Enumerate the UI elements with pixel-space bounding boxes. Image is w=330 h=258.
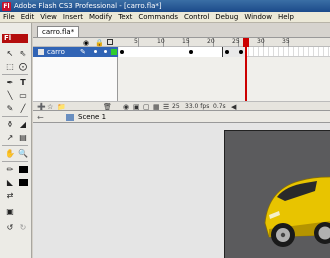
edit-bar: ← Scene 1: [33, 110, 330, 123]
layer-panel: carro ✎: [33, 47, 118, 101]
window-title: Adobe Flash CS3 Professional - [carro.fl…: [14, 2, 162, 10]
fill-color-swatch[interactable]: [17, 176, 29, 188]
layer-name[interactable]: carro: [47, 47, 65, 57]
keyframe[interactable]: [120, 50, 124, 54]
lasso-tool-icon[interactable]: ⨀: [17, 60, 29, 72]
menu-commands[interactable]: Commands: [135, 12, 181, 23]
tools-panel: Fl ↖ ⇖ ⬚ ⨀ ✒ T ╲ ▭ ✎ ╱ ⚱ ◢ ↗ ▤ ✋ 🔍 ✏ ◣ ⇄…: [0, 23, 32, 258]
menu-control[interactable]: Control: [181, 12, 212, 23]
ruler-tick: [138, 38, 139, 47]
hand-tool-icon[interactable]: ✋: [4, 147, 16, 159]
title-bar: Fl Adobe Flash CS3 Professional - [carro…: [0, 0, 330, 12]
tools-divider: [2, 145, 28, 146]
zoom-tool-icon[interactable]: 🔍: [17, 147, 29, 159]
eyedropper-tool-icon[interactable]: ↗: [4, 131, 16, 143]
layer-icon: [38, 49, 44, 55]
menu-bar: File Edit View Insert Modify Text Comman…: [0, 12, 330, 23]
document-tab[interactable]: carro.fla*: [37, 26, 80, 37]
ruler-number: 25: [232, 38, 240, 45]
stroke-color-icon[interactable]: ✏: [4, 163, 16, 175]
stage-canvas[interactable]: [224, 130, 330, 258]
menu-modify[interactable]: Modify: [86, 12, 115, 23]
tools-divider: [2, 74, 28, 75]
timeline-panel: ◉ 🔒 carro ✎ 5 10 15 20 25 30 35 ➕ ☆ 📁 🗑 …: [33, 37, 330, 111]
pasteboard: [33, 123, 330, 258]
fill-color-icon[interactable]: ◣: [4, 176, 16, 188]
ruler-number: 5: [134, 38, 138, 45]
scene-icon: [66, 114, 74, 121]
tools-fl-badge: Fl: [2, 34, 28, 43]
layer-visible-dot[interactable]: [94, 50, 97, 53]
stroke-color-swatch[interactable]: [17, 163, 29, 175]
paint-bucket-tool-icon[interactable]: ◢: [17, 118, 29, 130]
brush-tool-icon[interactable]: ╱: [17, 102, 29, 114]
menu-text[interactable]: Text: [115, 12, 135, 23]
ruler-number: 15: [182, 38, 190, 45]
swap-colors-icon[interactable]: ⇄: [4, 189, 16, 201]
ink-bottle-tool-icon[interactable]: ⚱: [4, 118, 16, 130]
line-tool-icon[interactable]: ╲: [4, 89, 16, 101]
ruler-number: 20: [207, 38, 215, 45]
keyframe[interactable]: [239, 50, 243, 54]
menu-file[interactable]: File: [0, 12, 18, 23]
car-illustration: [225, 131, 330, 258]
layer-lock-dot[interactable]: [104, 50, 107, 53]
menu-insert[interactable]: Insert: [60, 12, 86, 23]
frame-ruler[interactable]: 5 10 15 20 25 30 35: [119, 38, 330, 47]
flash-app-icon: Fl: [2, 1, 11, 11]
menu-help[interactable]: Help: [275, 12, 297, 23]
smooth-icon[interactable]: ↻: [17, 221, 29, 233]
menu-edit[interactable]: Edit: [18, 12, 38, 23]
layer-edit-pencil-icon: ✎: [80, 48, 86, 56]
layer-row[interactable]: carro ✎: [33, 47, 118, 57]
text-tool-icon[interactable]: T: [17, 76, 29, 88]
pencil-tool-icon[interactable]: ✎: [4, 102, 16, 114]
eye-icon[interactable]: ◉: [83, 39, 89, 47]
ruler-number: 10: [157, 38, 165, 45]
layer-outline-square[interactable]: [111, 49, 117, 55]
eraser-tool-icon[interactable]: ▤: [17, 131, 29, 143]
keyframe[interactable]: [189, 50, 193, 54]
snap-to-objects-icon[interactable]: ↺: [4, 221, 16, 233]
frames-area[interactable]: 5 10 15 20 25 30 35: [119, 38, 330, 101]
keyframe[interactable]: [225, 50, 229, 54]
menu-window[interactable]: Window: [241, 12, 275, 23]
playhead-line[interactable]: [245, 38, 247, 101]
layer-frame-row[interactable]: [119, 47, 330, 57]
rectangle-tool-icon[interactable]: ▭: [17, 89, 29, 101]
outline-icon[interactable]: [107, 39, 113, 45]
tools-divider: [2, 161, 28, 162]
lock-icon[interactable]: 🔒: [95, 39, 104, 47]
tools-divider: [2, 116, 28, 117]
ruler-number: 35: [282, 38, 290, 45]
menu-debug[interactable]: Debug: [212, 12, 241, 23]
menu-view[interactable]: View: [37, 12, 60, 23]
ruler-number: 30: [257, 38, 265, 45]
tween-span[interactable]: [119, 47, 223, 57]
selection-tool-icon[interactable]: ↖: [4, 47, 16, 59]
subselection-tool-icon[interactable]: ⇖: [17, 47, 29, 59]
free-transform-tool-icon[interactable]: ⬚: [4, 60, 16, 72]
pen-tool-icon[interactable]: ✒: [4, 76, 16, 88]
object-drawing-icon[interactable]: ▣: [4, 205, 16, 217]
